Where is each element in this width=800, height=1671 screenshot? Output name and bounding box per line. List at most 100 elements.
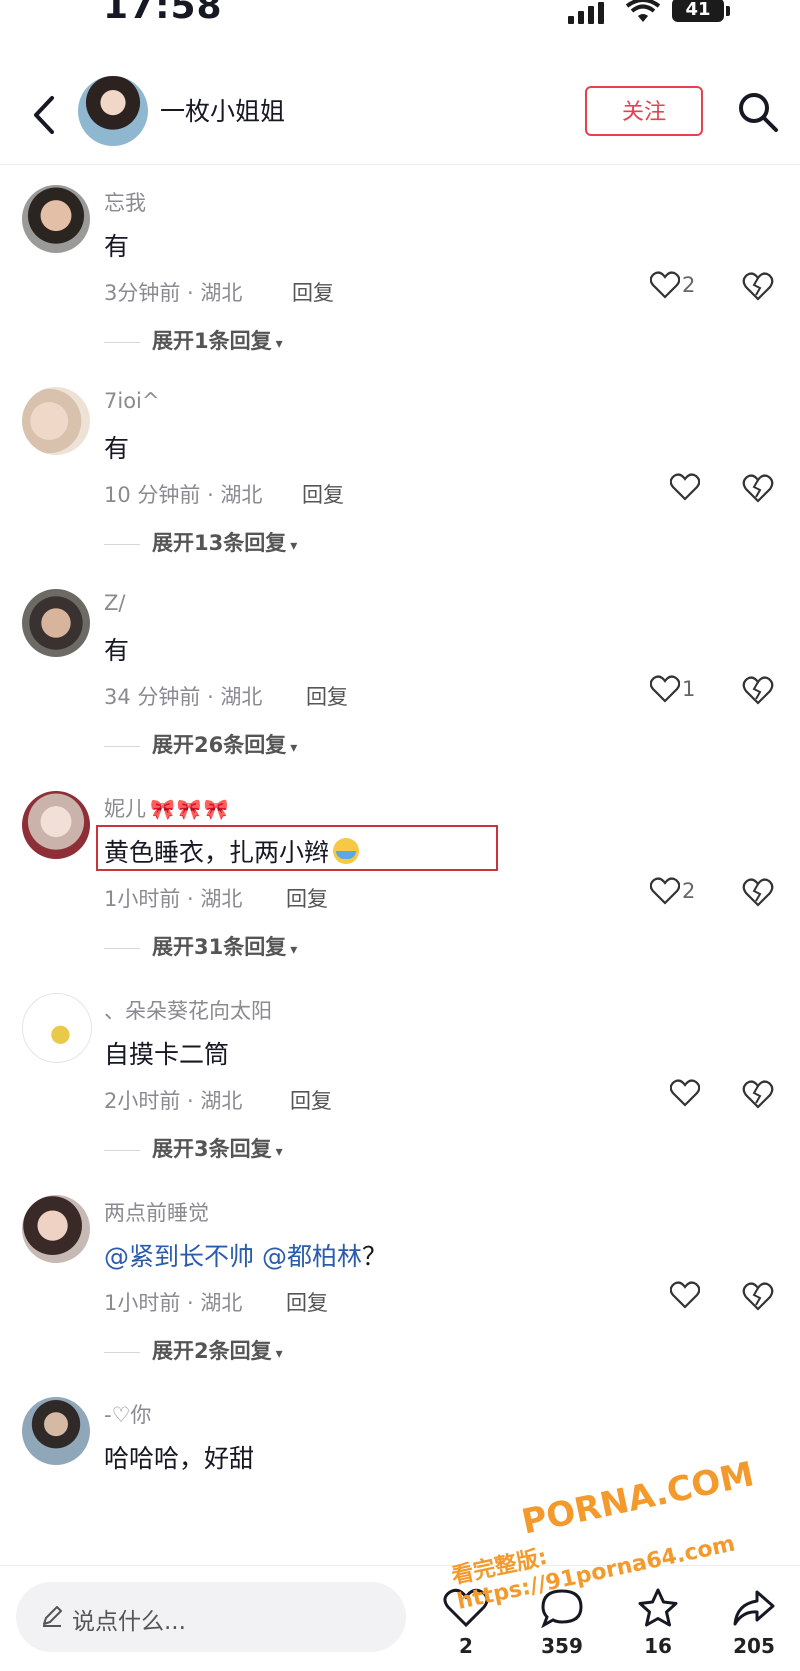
- comment-text: 自摸卡二筒: [104, 1040, 230, 1069]
- heart-icon: [443, 1588, 489, 1628]
- expand-replies[interactable]: 展开2条回复 ▾: [104, 1335, 283, 1365]
- like-post-button[interactable]: 2: [436, 1588, 496, 1658]
- comment-text: 有: [104, 232, 130, 261]
- expand-replies[interactable]: 展开31条回复 ▾: [104, 931, 297, 961]
- expand-replies-label: 展开31条回复: [152, 935, 287, 959]
- comment-item: Z/ 有 34 分钟前 · 湖北 回复 1 展开26条回复 ▾: [0, 569, 800, 784]
- comment-username[interactable]: Z/: [104, 591, 125, 615]
- avatar[interactable]: [22, 1397, 90, 1465]
- reply-button[interactable]: 回复: [306, 681, 348, 711]
- profile-header: 一枚小姐姐 关注: [0, 70, 800, 165]
- share-button[interactable]: 205: [724, 1588, 784, 1658]
- like-count: 1: [682, 677, 696, 701]
- expand-replies[interactable]: 展开13条回复 ▾: [104, 527, 297, 557]
- broken-heart-icon[interactable]: [742, 675, 774, 705]
- like-count: 2: [682, 879, 696, 903]
- favorite-button[interactable]: 16: [628, 1588, 688, 1658]
- heart-icon: [669, 473, 701, 501]
- avatar[interactable]: [22, 1195, 90, 1263]
- comment-input[interactable]: 说点什么...: [16, 1582, 406, 1652]
- comment-item: -♡你 哈哈哈，好甜: [0, 1377, 800, 1565]
- avatar[interactable]: [22, 993, 92, 1063]
- comment-time-location: 1小时前 · 湖北: [104, 1291, 243, 1315]
- broken-heart-icon[interactable]: [742, 877, 774, 907]
- broken-heart-icon[interactable]: [742, 473, 774, 503]
- chevron-down-icon: ▾: [290, 538, 298, 554]
- like-post-count: 2: [459, 1634, 473, 1658]
- reply-button[interactable]: 回复: [302, 479, 344, 509]
- reply-button[interactable]: 回复: [292, 277, 334, 307]
- comment-username[interactable]: 忘我: [104, 187, 146, 217]
- like-button[interactable]: 2: [649, 877, 696, 911]
- divider: [104, 745, 140, 747]
- like-button[interactable]: 2: [649, 271, 696, 305]
- comment-item: 两点前睡觉 @紧到长不帅 @都柏林？ 1小时前 · 湖北 回复 展开2条回复 ▾: [0, 1175, 800, 1390]
- battery-level: 41: [672, 0, 724, 22]
- comment-time-location: 1小时前 · 湖北: [104, 887, 243, 911]
- chevron-down-icon: ▾: [275, 336, 283, 352]
- comment-input-placeholder: 说点什么...: [72, 1609, 186, 1635]
- comment-text: 有: [104, 434, 130, 463]
- heart-icon: [649, 675, 681, 703]
- mention-link[interactable]: @紧到长不帅: [104, 1242, 254, 1271]
- like-button[interactable]: [669, 1281, 702, 1315]
- chevron-down-icon: ▾: [290, 740, 298, 756]
- comment-text: @紧到长不帅 @都柏林？: [104, 1237, 387, 1273]
- avatar[interactable]: [22, 589, 90, 657]
- comment-bubble-icon: [541, 1589, 583, 1629]
- pencil-icon: [43, 1606, 62, 1627]
- divider: [104, 947, 140, 949]
- comment-time-location: 2小时前 · 湖北: [104, 1089, 243, 1113]
- comment-username[interactable]: 妮儿 🎀🎀🎀: [104, 793, 231, 823]
- comment-username[interactable]: 、朵朵葵花向太阳: [104, 995, 272, 1025]
- chevron-down-icon: ▾: [275, 1144, 283, 1160]
- chevron-down-icon: ▾: [290, 942, 298, 958]
- reply-button[interactable]: 回复: [286, 883, 328, 913]
- heart-icon: [649, 271, 681, 299]
- comment-text: 有: [104, 636, 130, 665]
- follow-button[interactable]: 关注: [585, 86, 703, 136]
- shares-count: 205: [733, 1634, 775, 1658]
- comment-username-text: 妮儿: [104, 797, 146, 821]
- broken-heart-icon[interactable]: [742, 1281, 774, 1311]
- broken-heart-icon[interactable]: [742, 1079, 774, 1109]
- wifi-icon: [626, 0, 660, 22]
- avatar[interactable]: [22, 791, 90, 859]
- comment-username[interactable]: -♡你: [104, 1399, 151, 1429]
- share-arrow-icon: [733, 1590, 775, 1626]
- mention-link[interactable]: @都柏林: [262, 1242, 362, 1271]
- comment-time-location: 34 分钟前 · 湖北: [104, 685, 263, 709]
- comment-time-location: 10 分钟前 · 湖北: [104, 483, 263, 507]
- expand-replies-label: 展开1条回复: [152, 329, 272, 353]
- broken-heart-icon[interactable]: [742, 271, 774, 301]
- comment-username[interactable]: 两点前睡觉: [104, 1197, 209, 1227]
- expand-replies-label: 展开3条回复: [152, 1137, 272, 1161]
- comments-button[interactable]: 359: [532, 1588, 592, 1658]
- reply-button[interactable]: 回复: [286, 1287, 328, 1317]
- avatar[interactable]: [22, 185, 90, 253]
- comment-item: 妮儿 🎀🎀🎀 黄色睡衣，扎两小辫 1小时前 · 湖北 回复 2 展开31条回复 ▾: [0, 771, 800, 986]
- expand-replies-label: 展开26条回复: [152, 733, 287, 757]
- comment-time-location: 3分钟前 · 湖北: [104, 281, 243, 305]
- like-button[interactable]: [669, 473, 702, 507]
- comment-username[interactable]: 7ioi^: [104, 389, 159, 413]
- reply-button[interactable]: 回复: [290, 1085, 332, 1115]
- avatar[interactable]: [22, 387, 90, 455]
- expand-replies[interactable]: 展开3条回复 ▾: [104, 1133, 283, 1163]
- heart-icon: [669, 1281, 701, 1309]
- divider: [104, 1351, 140, 1353]
- comment-text: 黄色睡衣，扎两小辫: [104, 833, 360, 869]
- avatar[interactable]: [78, 76, 148, 146]
- like-count: 2: [682, 273, 696, 297]
- battery-tip: [726, 6, 730, 16]
- comment-item: 、朵朵葵花向太阳 自摸卡二筒 2小时前 · 湖北 回复 展开3条回复 ▾: [0, 973, 800, 1188]
- back-arrow-icon[interactable]: [26, 92, 66, 138]
- expand-replies[interactable]: 展开1条回复 ▾: [104, 325, 283, 355]
- like-button[interactable]: 1: [649, 675, 696, 709]
- signal-icon: [568, 2, 604, 24]
- chevron-down-icon: ▾: [275, 1346, 283, 1362]
- profile-username[interactable]: 一枚小姐姐: [160, 92, 285, 128]
- like-button[interactable]: [669, 1079, 702, 1113]
- expand-replies[interactable]: 展开26条回复 ▾: [104, 729, 297, 759]
- search-icon[interactable]: [736, 90, 780, 134]
